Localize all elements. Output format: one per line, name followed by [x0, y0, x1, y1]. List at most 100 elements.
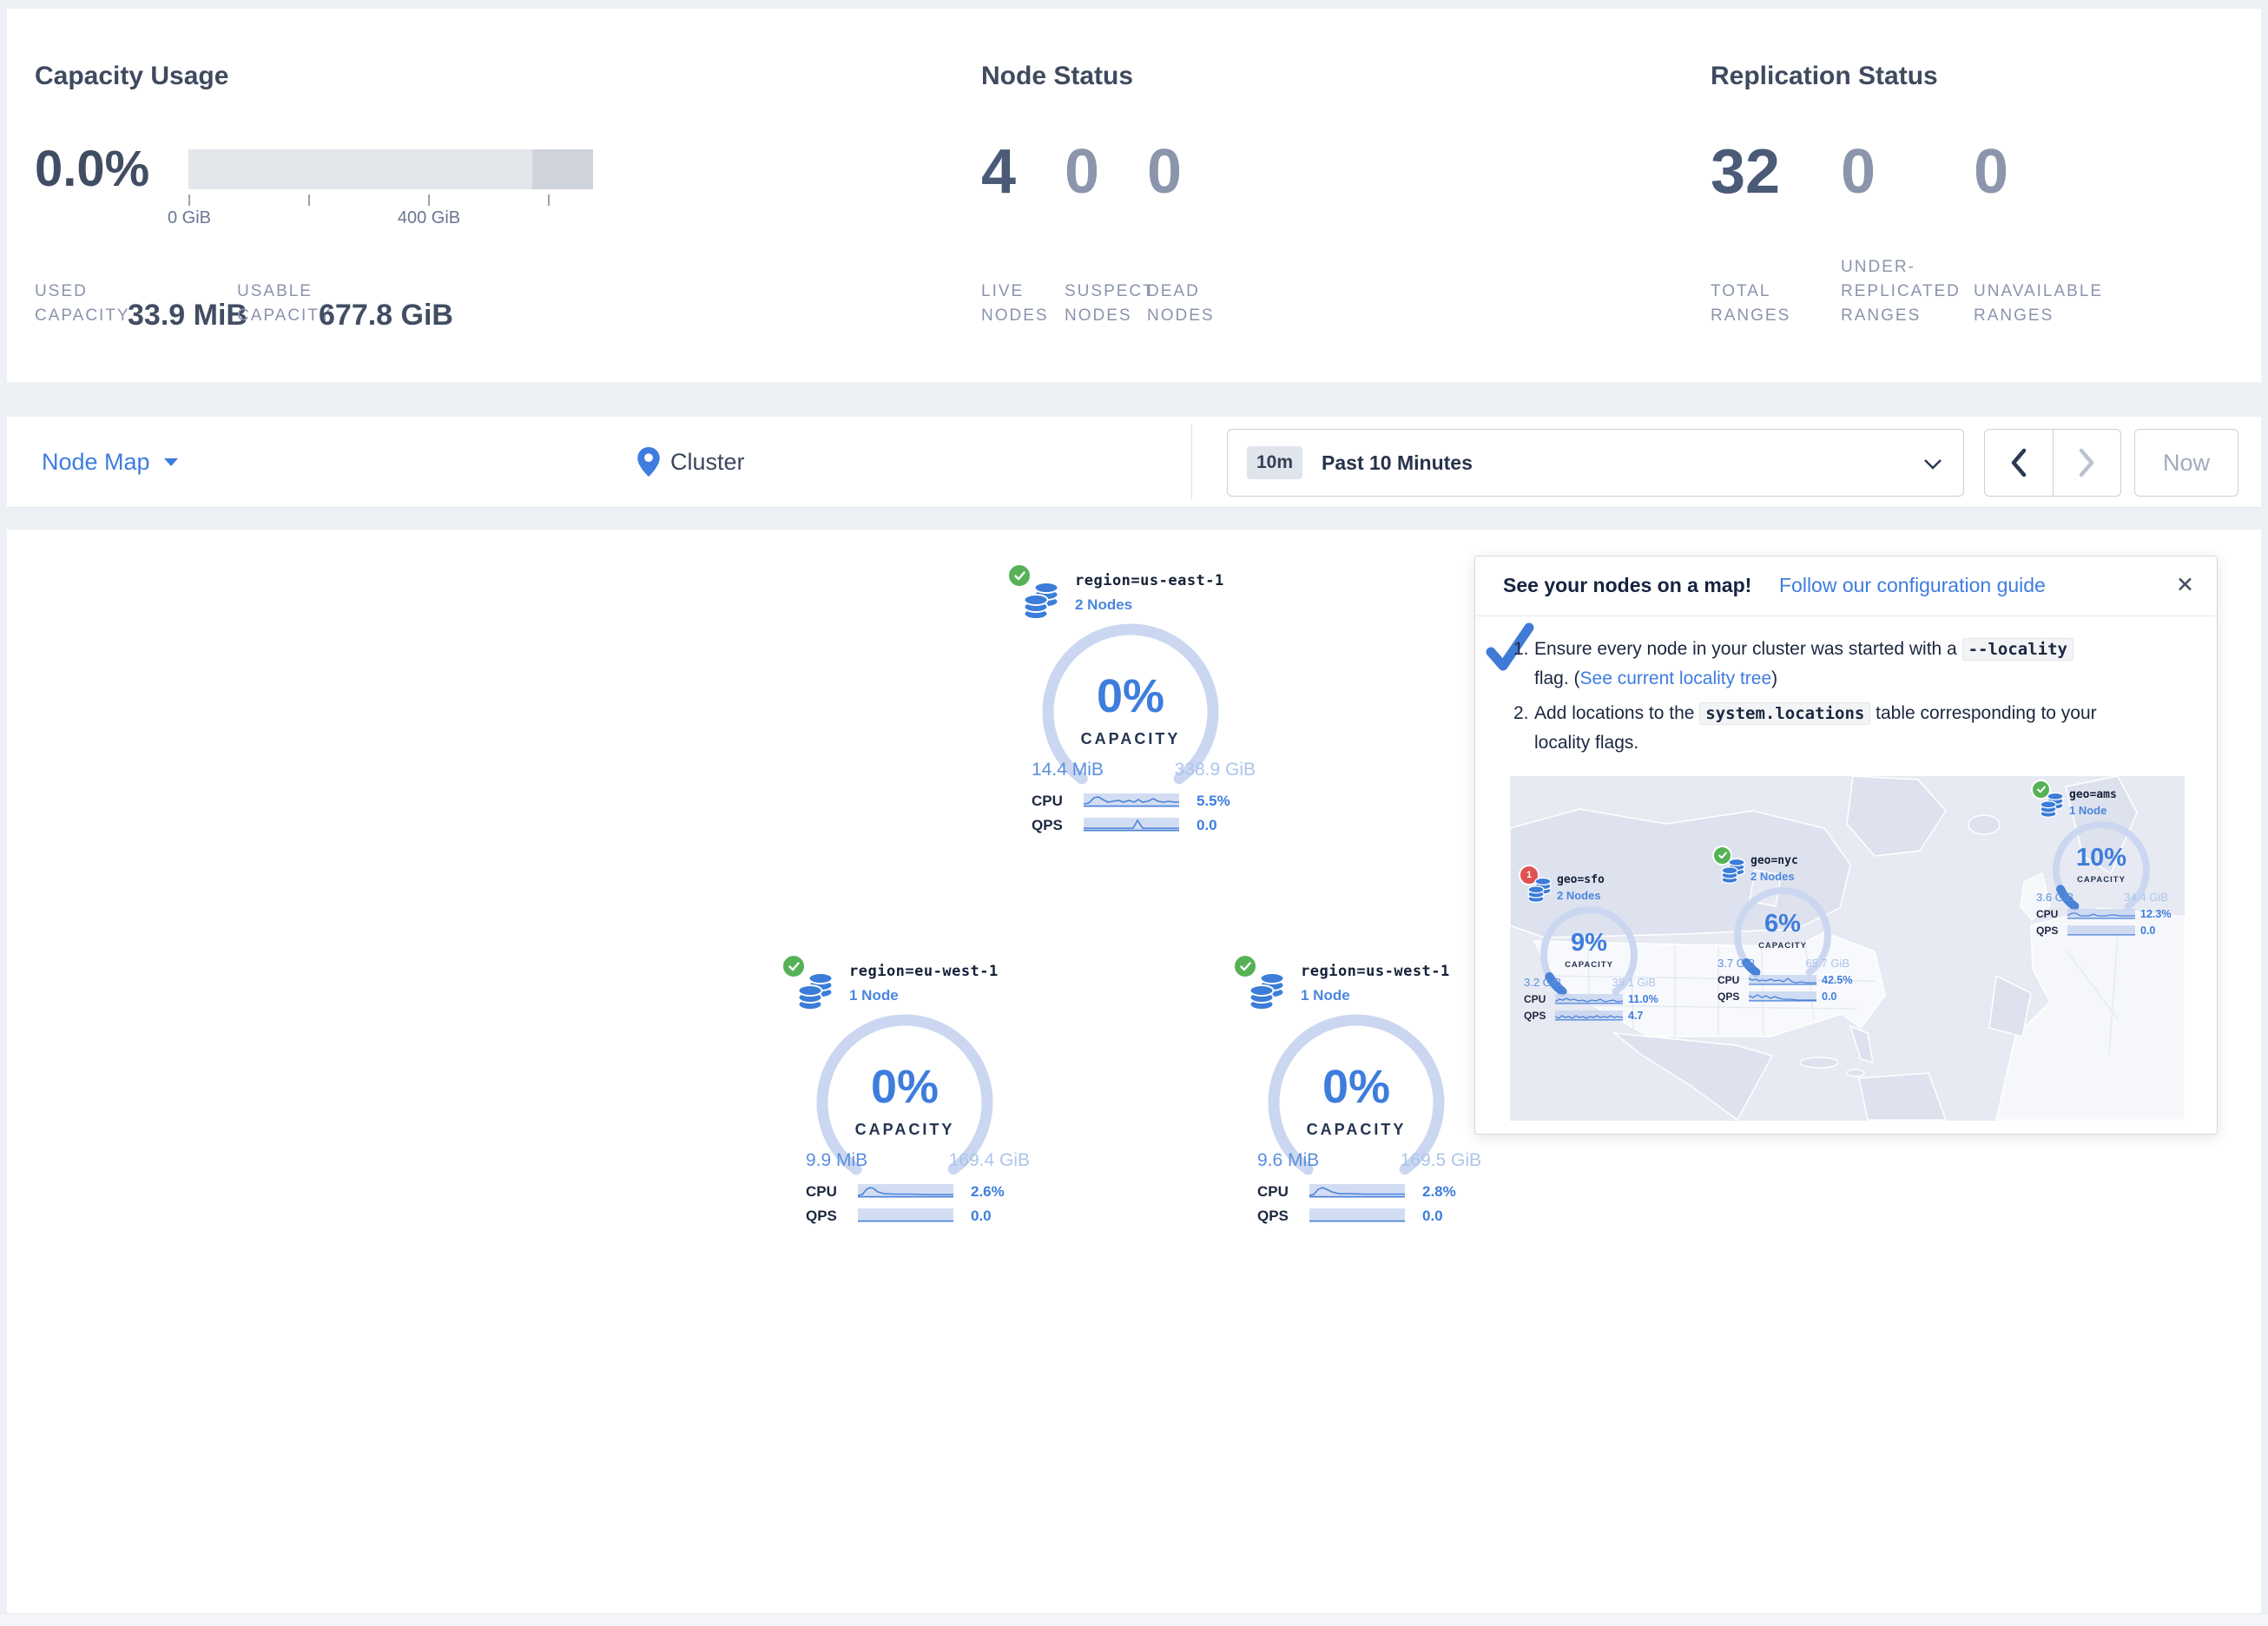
cpu-value: 11.0% [1628, 993, 1658, 1005]
view-selector-node-map[interactable]: Node Map [42, 417, 178, 507]
capacity-label: CAPACITY [1261, 1121, 1452, 1139]
under-replicated-ranges-count: 0 [1841, 139, 1876, 205]
axis-tick [428, 194, 430, 206]
capacity-used-percent: 0.0% [35, 141, 149, 198]
qps-value: 0.0 [1422, 1208, 1443, 1225]
capacity-label: CAPACITY [809, 1121, 1000, 1139]
time-range-dropdown[interactable]: 10m Past 10 Minutes [1227, 429, 1964, 497]
capacity-label: CAPACITY [1724, 941, 1841, 951]
cpu-sparkline [1749, 975, 1816, 985]
qps-sparkline [1084, 818, 1179, 832]
locality-title: geo=nyc [1750, 854, 1798, 867]
code-locality-flag: --locality [1962, 638, 2074, 661]
total-capacity: 65.7 GiB [1805, 957, 1849, 970]
step-number: 1. [1513, 635, 1529, 664]
capacity-usage-bar [188, 149, 593, 189]
qps-value: 4.7 [1628, 1010, 1643, 1022]
cpu-row: CPU 42.5% [1717, 974, 1853, 986]
cpu-sparkline [858, 1184, 953, 1198]
region-title: region=us-west-1 [1301, 963, 1450, 980]
cpu-value: 2.6% [971, 1183, 1005, 1201]
qps-label: QPS [1257, 1208, 1289, 1225]
cpu-label: CPU [1257, 1183, 1289, 1201]
qps-sparkline [1309, 1208, 1405, 1222]
region-title: region=eu-west-1 [849, 963, 999, 980]
live-nodes-label: LIVE NODES [981, 280, 1061, 328]
close-icon[interactable]: ✕ [2176, 572, 2194, 598]
region-card-eu-west-1[interactable]: region=eu-west-1 1 Node 0% CAPACITY 9.9 … [773, 951, 1035, 1239]
time-range-label: Past 10 Minutes [1322, 451, 1473, 475]
total-capacity: 35.1 GiB [1612, 976, 1656, 989]
qps-row: QPS 0.0 [1032, 817, 1259, 833]
chevron-left-icon [2009, 448, 2028, 477]
locality-tree-link[interactable]: See current locality tree [1580, 668, 1772, 688]
used-capacity: 3.2 GiB [1524, 976, 1561, 989]
qps-sparkline [2067, 925, 2135, 936]
configuration-guide-link[interactable]: Follow our configuration guide [1779, 574, 2046, 597]
cpu-row: CPU 11.0% [1524, 993, 1659, 1005]
map-node-card-sfo[interactable]: 1 geo=sfo 2 Nodes 9% CAPACITY 3.2 GiB35.… [1515, 863, 1665, 1030]
dead-nodes-count: 0 [1147, 139, 1182, 205]
capacity-percent: 9% [1531, 929, 1647, 958]
region-node-count: 1 Node [849, 987, 899, 1004]
step-text: ) [1771, 668, 1777, 688]
total-capacity: 169.5 GiB [1401, 1150, 1481, 1171]
breadcrumb-cluster[interactable]: Cluster [637, 417, 745, 507]
chevron-down-icon [1923, 458, 1942, 470]
step-number: 2. [1513, 699, 1529, 728]
step-text: flag. ( [1534, 668, 1580, 688]
cpu-label: CPU [1032, 793, 1063, 810]
time-step-back-button[interactable] [1985, 430, 2054, 496]
unavailable-ranges-count: 0 [1974, 139, 2008, 205]
region-node-count: 1 Node [1301, 987, 1350, 1004]
toolbar-divider [1191, 424, 1192, 500]
popup-steps: 1.Ensure every node in your cluster was … [1513, 635, 2113, 763]
cluster-summary-bar: Capacity Usage 0.0% 0 GiB 400 GiB USED C… [7, 9, 2261, 382]
map-node-card-nyc[interactable]: geo=nyc 2 Nodes 6% CAPACITY 3.7 GiB65.7 … [1709, 844, 1858, 1010]
time-step-forward-button[interactable] [2054, 430, 2121, 496]
used-capacity: 14.4 MiB [1032, 760, 1104, 780]
page-footer-strip [0, 1613, 2268, 1626]
locality-title: geo=sfo [1557, 873, 1605, 886]
cpu-row: CPU 12.3% [2036, 908, 2172, 920]
qps-value: 0.0 [971, 1208, 992, 1225]
now-button[interactable]: Now [2134, 429, 2238, 497]
locality-node-count: 2 Nodes [1557, 889, 1601, 902]
used-capacity: 9.9 MiB [806, 1150, 867, 1170]
region-title: region=us-east-1 [1075, 572, 1224, 589]
region-card-us-west-1[interactable]: region=us-west-1 1 Node 0% CAPACITY 9.6 … [1224, 951, 1487, 1239]
code-system-locations: system.locations [1699, 702, 1870, 725]
cpu-sparkline [1309, 1184, 1405, 1198]
dead-nodes-label: DEAD NODES [1147, 280, 1227, 328]
used-capacity: 9.6 MiB [1257, 1150, 1319, 1170]
cpu-sparkline [1084, 793, 1179, 807]
cpu-row: CPU 5.5% [1032, 793, 1259, 808]
suspect-nodes-label: SUSPECT NODES [1065, 280, 1144, 328]
region-card-us-east-1[interactable]: region=us-east-1 2 Nodes 0% CAPACITY 14.… [999, 560, 1261, 848]
cpu-label: CPU [1717, 974, 1739, 986]
used-capacity: 3.6 GiB [2036, 891, 2074, 904]
total-ranges-count: 32 [1711, 139, 1780, 205]
live-nodes-count: 4 [981, 139, 1016, 205]
axis-tick [308, 194, 310, 206]
unavailable-ranges-label: UNAVAILABLE RANGES [1974, 280, 2102, 328]
step-text: Add locations to the [1534, 703, 1699, 723]
qps-value: 0.0 [2140, 925, 2155, 937]
capacity-label: CAPACITY [2043, 875, 2159, 885]
capacity-bar-other-segment [532, 149, 593, 189]
axis-tick-label: 0 GiB [137, 208, 241, 228]
cpu-value: 2.8% [1422, 1183, 1456, 1201]
qps-label: QPS [1032, 817, 1063, 834]
cpu-row: CPU 2.6% [806, 1183, 1033, 1199]
popup-title: See your nodes on a map! [1503, 574, 1751, 597]
cpu-label: CPU [806, 1183, 837, 1201]
qps-label: QPS [1524, 1010, 1546, 1022]
region-node-count: 2 Nodes [1075, 596, 1132, 614]
cpu-sparkline [1555, 994, 1623, 1004]
node-map-area: region=us-east-1 2 Nodes 0% CAPACITY 14.… [7, 530, 2261, 1613]
map-node-card-ams[interactable]: geo=ams 1 Node 10% CAPACITY 3.6 GiB34.4 … [2027, 778, 2177, 945]
dashboard-toolbar: Node Map Cluster 10m Past 10 Minutes Now [7, 417, 2261, 508]
qps-sparkline [1555, 1010, 1623, 1021]
cpu-value: 12.3% [2140, 908, 2171, 920]
qps-row: QPS 0.0 [1257, 1208, 1485, 1223]
